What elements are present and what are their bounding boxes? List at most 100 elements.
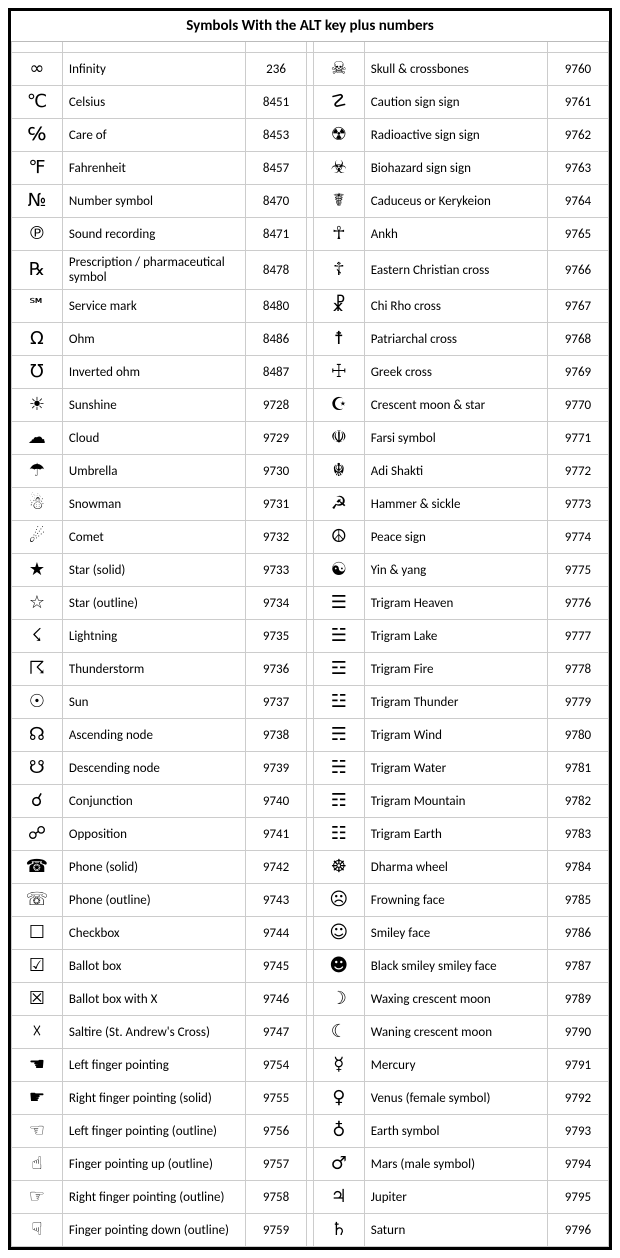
symbol-code: 236 bbox=[246, 53, 307, 86]
table-row: ∞Infinity236☠Skull & crossbones9760 bbox=[12, 53, 609, 86]
table-row: ℞Prescription / pharmaceutical symbol847… bbox=[12, 251, 609, 290]
symbol-code: 8478 bbox=[246, 251, 307, 290]
symbol-glyph: ☡ bbox=[313, 86, 364, 119]
symbol-code: 8453 bbox=[246, 119, 307, 152]
symbol-code: 9740 bbox=[246, 785, 307, 818]
symbol-glyph: ☴ bbox=[313, 719, 364, 752]
table-row: ☝Finger pointing up (outline)9757♂Mars (… bbox=[12, 1148, 609, 1181]
symbol-description: Prescription / pharmaceutical symbol bbox=[62, 251, 245, 290]
symbol-description: Waning crescent moon bbox=[364, 1016, 547, 1049]
symbol-glyph: ∞ bbox=[12, 53, 63, 86]
table-row: ☜Left finger pointing (outline)9756♁Eart… bbox=[12, 1115, 609, 1148]
table-title: Symbols With the ALT key plus numbers bbox=[12, 11, 609, 42]
symbol-glyph: ☷ bbox=[313, 818, 364, 851]
symbol-code: 9780 bbox=[547, 719, 608, 752]
symbol-glyph: ☑ bbox=[12, 950, 63, 983]
table-row: ☌Conjunction9740☶Trigram Mountain9782 bbox=[12, 785, 609, 818]
symbol-description: Hammer & sickle bbox=[364, 488, 547, 521]
symbol-glyph: ☻ bbox=[313, 950, 364, 983]
symbol-code: 9786 bbox=[547, 917, 608, 950]
symbol-description: Opposition bbox=[62, 818, 245, 851]
table-row: ☛Right finger pointing (solid)9755♀Venus… bbox=[12, 1082, 609, 1115]
symbol-glyph: ☂ bbox=[12, 455, 63, 488]
symbol-description: Phone (solid) bbox=[62, 851, 245, 884]
symbol-glyph: ♂ bbox=[313, 1148, 364, 1181]
symbol-glyph: ☪ bbox=[313, 389, 364, 422]
symbol-glyph: ☒ bbox=[12, 983, 63, 1016]
symbol-code: 9738 bbox=[246, 719, 307, 752]
symbol-description: Peace sign bbox=[364, 521, 547, 554]
symbol-description: Trigram Heaven bbox=[364, 587, 547, 620]
symbol-glyph: ☸ bbox=[313, 851, 364, 884]
symbol-code: 9790 bbox=[547, 1016, 608, 1049]
symbol-description: Cloud bbox=[62, 422, 245, 455]
symbol-code: 9761 bbox=[547, 86, 608, 119]
symbol-glyph: ℧ bbox=[12, 356, 63, 389]
symbol-description: Biohazard sign sign bbox=[364, 152, 547, 185]
symbol-code: 9767 bbox=[547, 290, 608, 323]
symbol-glyph: ★ bbox=[12, 554, 63, 587]
symbol-code: 9754 bbox=[246, 1049, 307, 1082]
symbol-code: 9759 bbox=[246, 1214, 307, 1247]
symbol-glyph: ☓ bbox=[12, 1016, 63, 1049]
symbol-glyph: ☺ bbox=[313, 917, 364, 950]
symbol-glyph: ☥ bbox=[313, 218, 364, 251]
table-row: ☉Sun9737☳Trigram Thunder9779 bbox=[12, 686, 609, 719]
symbol-glyph: ☆ bbox=[12, 587, 63, 620]
symbol-description: Patriarchal cross bbox=[364, 323, 547, 356]
symbol-code: 9792 bbox=[547, 1082, 608, 1115]
symbol-code: 9729 bbox=[246, 422, 307, 455]
symbol-description: Phone (outline) bbox=[62, 884, 245, 917]
symbol-description: Trigram Thunder bbox=[364, 686, 547, 719]
symbol-glyph: ☍ bbox=[12, 818, 63, 851]
symbol-description: Ohm bbox=[62, 323, 245, 356]
symbol-code: 9737 bbox=[246, 686, 307, 719]
symbol-description: Ascending node bbox=[62, 719, 245, 752]
symbol-glyph: ☮ bbox=[313, 521, 364, 554]
symbol-glyph: Ω bbox=[12, 323, 63, 356]
symbol-description: Ballot box with X bbox=[62, 983, 245, 1016]
symbol-code: 9766 bbox=[547, 251, 608, 290]
symbol-code: 9771 bbox=[547, 422, 608, 455]
symbol-description: Ballot box bbox=[62, 950, 245, 983]
symbol-description: Caduceus or Kerykeion bbox=[364, 185, 547, 218]
table-row: ℧Inverted ohm8487☩Greek cross9769 bbox=[12, 356, 609, 389]
table-row: ☞Right finger pointing (outline)9758♃Jup… bbox=[12, 1181, 609, 1214]
symbol-code: 9791 bbox=[547, 1049, 608, 1082]
table-row: ΩOhm8486☨Patriarchal cross9768 bbox=[12, 323, 609, 356]
symbol-description: Trigram Wind bbox=[364, 719, 547, 752]
symbol-glyph: ☩ bbox=[313, 356, 364, 389]
table-row: №Number symbol8470☤Caduceus or Kerykeion… bbox=[12, 185, 609, 218]
symbol-code: 9789 bbox=[547, 983, 608, 1016]
symbol-glyph: ☫ bbox=[313, 422, 364, 455]
table-row: ☚Left finger pointing9754☿Mercury9791 bbox=[12, 1049, 609, 1082]
symbol-description: Right finger pointing (outline) bbox=[62, 1181, 245, 1214]
symbol-code: 9763 bbox=[547, 152, 608, 185]
symbol-description: Infinity bbox=[62, 53, 245, 86]
symbol-description: Greek cross bbox=[364, 356, 547, 389]
symbol-code: 9778 bbox=[547, 653, 608, 686]
symbol-glyph: ☏ bbox=[12, 884, 63, 917]
table-row: ☄Comet9732☮Peace sign9774 bbox=[12, 521, 609, 554]
symbol-code: 9772 bbox=[547, 455, 608, 488]
symbol-code: 9734 bbox=[246, 587, 307, 620]
symbol-description: Checkbox bbox=[62, 917, 245, 950]
symbol-description: Trigram Lake bbox=[364, 620, 547, 653]
symbol-code: 9731 bbox=[246, 488, 307, 521]
table-row: ☃Snowman9731☭Hammer & sickle9773 bbox=[12, 488, 609, 521]
symbol-description: Number symbol bbox=[62, 185, 245, 218]
symbol-glyph: ☊ bbox=[12, 719, 63, 752]
table-row: ☈Thunderstorm9736☲Trigram Fire9778 bbox=[12, 653, 609, 686]
symbol-code: 8471 bbox=[246, 218, 307, 251]
symbol-glyph: ☜ bbox=[12, 1115, 63, 1148]
symbol-glyph: ☰ bbox=[313, 587, 364, 620]
symbol-glyph: ☃ bbox=[12, 488, 63, 521]
symbol-description: Finger pointing up (outline) bbox=[62, 1148, 245, 1181]
symbol-code: 9742 bbox=[246, 851, 307, 884]
symbol-code: 9746 bbox=[246, 983, 307, 1016]
symbol-glyph: ♃ bbox=[313, 1181, 364, 1214]
symbol-description: Left finger pointing bbox=[62, 1049, 245, 1082]
symbol-code: 9775 bbox=[547, 554, 608, 587]
symbol-code: 9744 bbox=[246, 917, 307, 950]
symbol-glyph: ℃ bbox=[12, 86, 63, 119]
